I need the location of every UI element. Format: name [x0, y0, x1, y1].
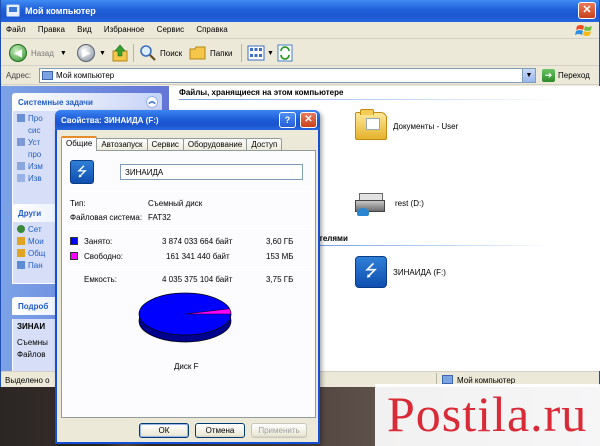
details-title: Подроб — [18, 302, 49, 311]
properties-dialog: Свойства: ЗИНАИДА (F:) ? ✕ Общие Автозап… — [55, 110, 320, 444]
sync-button[interactable] — [277, 43, 293, 63]
dialog-tabs: Общие Автозапуск Сервис Оборудование Дос… — [61, 136, 283, 151]
cancel-button[interactable]: Отмена — [195, 423, 245, 438]
search-button[interactable]: Поиск — [139, 43, 182, 63]
my-computer-small-icon — [42, 71, 53, 80]
sync-icon — [277, 44, 293, 62]
address-label: Адрес: — [6, 71, 32, 80]
search-icon — [140, 45, 156, 61]
window-title: Мой компьютер — [25, 6, 96, 16]
address-bar: Адрес: Мой компьютер ▼ ➔ Переход — [1, 67, 599, 85]
drive-d-label: rest (D:) — [395, 198, 424, 208]
free-bytes: 161 341 440 байт — [166, 252, 230, 261]
group-header-files: Файлы, хранящиеся на этом компьютере — [179, 88, 344, 97]
system-tasks-title: Системные задачи — [18, 98, 93, 107]
used-size: 3,60 ГБ — [266, 237, 294, 246]
address-dropdown-icon[interactable]: ▼ — [522, 69, 535, 82]
type-value: Съемный диск — [148, 199, 203, 208]
menu-favorites[interactable]: Избранное — [99, 22, 150, 37]
disk-usage-pie — [138, 292, 232, 343]
usb-drive-item[interactable]: ⭍ ЗИНАИДА (F:) — [355, 256, 446, 288]
filesystem-label: Файловая система: — [70, 213, 143, 222]
back-dropdown-icon[interactable]: ▼ — [60, 50, 67, 57]
documents-folder-item[interactable]: Документы - User — [355, 109, 459, 140]
menu-file[interactable]: Файл — [1, 22, 31, 37]
free-label: Свободно: — [84, 252, 123, 261]
used-bytes: 3 874 033 664 байт — [162, 237, 233, 246]
go-arrow-icon[interactable]: ➔ — [542, 69, 555, 82]
up-folder-icon — [112, 44, 128, 62]
address-input[interactable]: Мой компьютер ▼ — [39, 68, 536, 83]
disk-label: Диск F — [174, 362, 199, 371]
back-label: Назад — [31, 48, 54, 58]
collapse-chevron-icon[interactable]: ︽ — [146, 96, 158, 108]
my-computer-status-icon — [442, 375, 453, 384]
views-dropdown-icon[interactable]: ▼ — [267, 50, 274, 57]
drive-d-item[interactable]: rest (D:) — [355, 190, 424, 216]
watermark-text: Postila.ru — [387, 386, 588, 442]
help-button[interactable]: ? — [279, 112, 296, 128]
my-computer-icon — [6, 4, 20, 17]
dialog-title: Свойства: ЗИНАИДА (F:) — [61, 116, 159, 125]
dialog-titlebar[interactable]: Свойства: ЗИНАИДА (F:) ? ✕ — [55, 110, 320, 130]
close-icon[interactable]: ✕ — [578, 2, 596, 19]
up-folder-button[interactable] — [111, 43, 129, 63]
dialog-close-button[interactable]: ✕ — [300, 112, 317, 128]
folder-icon — [355, 109, 387, 140]
go-button[interactable]: Переход — [558, 71, 590, 80]
capacity-size: 3,75 ГБ — [266, 275, 294, 284]
address-value: Мой компьютер — [56, 71, 115, 80]
status-selection: Выделено о — [5, 376, 50, 385]
toolbar: ◀ Назад ▼ ▶ ▼ Поиск Папки ▼ — [1, 40, 599, 66]
forward-dropdown-icon[interactable]: ▼ — [99, 50, 106, 57]
usb-drive-label: ЗИНАИДА (F:) — [393, 267, 446, 277]
folders-button[interactable]: Папки — [189, 43, 233, 63]
menu-edit[interactable]: Правка — [33, 22, 70, 37]
tab-general[interactable]: Общие — [61, 136, 98, 151]
used-color-swatch — [70, 237, 78, 245]
watermark: Postila.ru — [375, 384, 600, 446]
menu-tools[interactable]: Сервис — [152, 22, 189, 37]
general-tab-panel: ⭍ ЗИНАИДА Тип: Съемный диск Файловая сис… — [61, 150, 316, 418]
views-button[interactable]: ▼ — [247, 43, 274, 63]
capacity-bytes: 4 035 375 104 байт — [162, 275, 233, 284]
free-color-swatch — [70, 252, 78, 260]
views-icon — [247, 45, 265, 61]
volume-name-input[interactable]: ЗИНАИДА — [120, 164, 303, 180]
usb-drive-icon: ⭍ — [70, 160, 94, 184]
forward-arrow-icon: ▶ — [77, 44, 95, 62]
capacity-label: Емкость: — [84, 275, 117, 284]
menu-view[interactable]: Вид — [72, 22, 96, 37]
explorer-titlebar[interactable]: Мой компьютер ✕ — [1, 0, 599, 22]
folders-label: Папки — [210, 48, 233, 58]
shared-drive-icon — [355, 190, 389, 216]
windows-logo-icon — [575, 25, 592, 36]
menu-help[interactable]: Справка — [191, 22, 232, 37]
ok-button[interactable]: ОК — [139, 423, 189, 438]
free-size: 153 МБ — [266, 252, 294, 261]
system-tasks-header[interactable]: Системные задачи ︽ — [12, 93, 162, 111]
back-arrow-icon: ◀ — [9, 44, 27, 62]
menu-bar: Файл Правка Вид Избранное Сервис Справка — [1, 22, 599, 39]
apply-button[interactable]: Применить — [251, 423, 307, 438]
forward-button[interactable]: ▶ ▼ — [77, 43, 106, 63]
search-label: Поиск — [160, 48, 183, 58]
other-places-title: Други — [18, 209, 42, 218]
usb-drive-icon: ⭍ — [355, 256, 387, 288]
back-button[interactable]: ◀ Назад ▼ — [9, 43, 67, 63]
documents-label: Документы - User — [393, 121, 459, 131]
used-label: Занято: — [84, 237, 113, 246]
type-label: Тип: — [70, 199, 86, 208]
filesystem-value: FAT32 — [148, 213, 171, 222]
folders-icon — [189, 46, 206, 60]
